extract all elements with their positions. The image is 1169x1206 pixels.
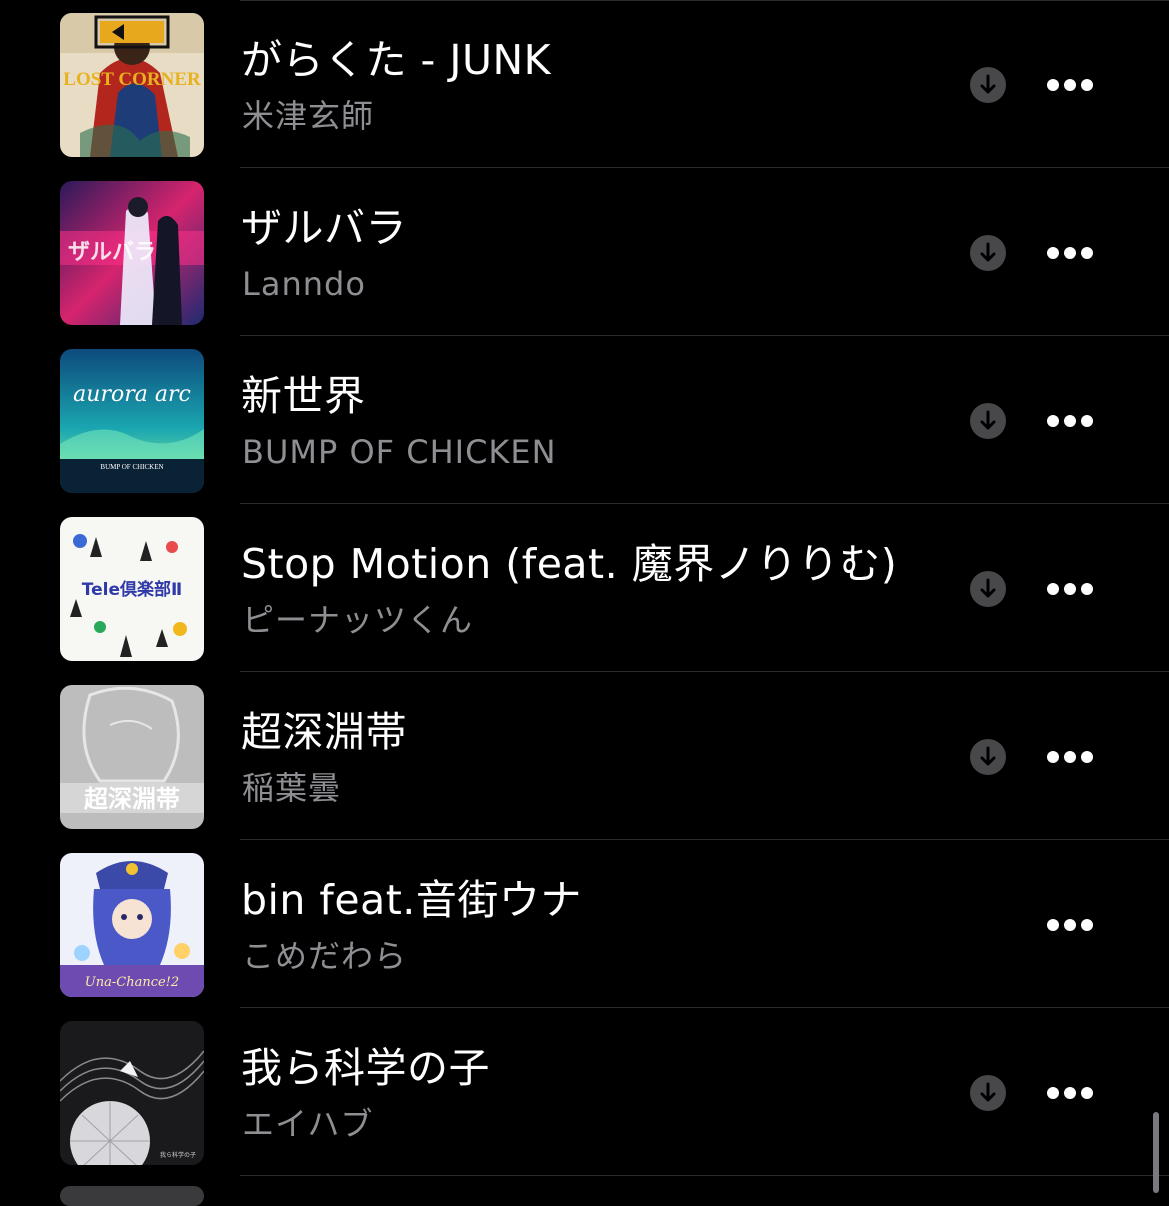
song-row[interactable]: aurora arc BUMP OF CHICKEN 新世界 BUMP OF C…	[0, 336, 1169, 504]
song-row[interactable]: 超深淵帯 超深淵帯 稲葉曇	[0, 672, 1169, 840]
ellipsis-icon	[1047, 247, 1059, 259]
artwork-text: aurora arc	[73, 382, 191, 407]
artwork-subtext: BUMP OF CHICKEN	[100, 463, 163, 471]
album-artwork: ザルバラ	[60, 181, 204, 325]
album-artwork: aurora arc BUMP OF CHICKEN	[60, 349, 204, 493]
ellipsis-icon	[1047, 79, 1059, 91]
ellipsis-icon	[1047, 919, 1059, 931]
song-row[interactable]: Tele倶楽部Ⅱ Stop Motion (feat. 魔界ノりりむ) ピーナッ…	[0, 504, 1169, 672]
downloaded-icon	[970, 739, 1006, 775]
song-row[interactable]: Una-Chance!2 bin feat.音街ウナ こめだわら	[0, 840, 1169, 1008]
song-title: 新世界	[241, 372, 366, 420]
downloaded-icon	[970, 1075, 1006, 1111]
artwork-text: Tele倶楽部Ⅱ	[82, 579, 182, 600]
more-options-button[interactable]	[1040, 734, 1100, 780]
artwork-text: 我ら科学の子	[160, 1151, 196, 1159]
more-options-button[interactable]	[1040, 902, 1100, 948]
scroll-indicator[interactable]	[1153, 1112, 1159, 1193]
song-artist: エイハブ	[242, 1105, 374, 1143]
album-artwork: Tele倶楽部Ⅱ	[60, 517, 204, 661]
ellipsis-icon	[1047, 1087, 1059, 1099]
song-title: Stop Motion (feat. 魔界ノりりむ)	[241, 540, 898, 588]
album-artwork: LOST CORNER	[60, 13, 204, 157]
song-row[interactable]: ザルバラ ザルバラ Lanndo	[0, 168, 1169, 336]
ellipsis-icon	[1047, 751, 1059, 763]
song-list: LOST CORNER がらくた - JUNK 米津玄師 ザルバラ ザルバラ L…	[0, 0, 1169, 1206]
song-artist: 米津玄師	[242, 97, 375, 135]
more-options-button[interactable]	[1040, 1070, 1100, 1116]
downloaded-icon	[970, 67, 1006, 103]
ellipsis-icon	[1047, 415, 1059, 427]
song-title: ザルバラ	[241, 204, 407, 252]
song-row[interactable]: 我ら科学の子 我ら科学の子 エイハブ	[0, 1008, 1169, 1176]
song-artist: こめだわら	[242, 937, 408, 975]
song-title: 超深淵帯	[241, 708, 407, 756]
song-title: bin feat.音街ウナ	[241, 876, 582, 924]
song-artist: Lanndo	[242, 265, 366, 303]
song-title: 我ら科学の子	[241, 1044, 490, 1092]
artwork-text: Una-Chance!2	[85, 975, 179, 990]
more-options-button[interactable]	[1040, 62, 1100, 108]
album-artwork	[60, 1186, 204, 1206]
album-artwork: 超深淵帯	[60, 685, 204, 829]
divider	[240, 1175, 1169, 1176]
downloaded-icon	[970, 571, 1006, 607]
song-artist: ピーナッツくん	[242, 601, 474, 639]
song-title: がらくた - JUNK	[241, 36, 552, 84]
artwork-text: 超深淵帯	[84, 785, 180, 813]
artwork-text: LOST CORNER	[63, 69, 201, 90]
downloaded-icon	[970, 403, 1006, 439]
downloaded-icon	[970, 235, 1006, 271]
song-row[interactable]: LOST CORNER がらくた - JUNK 米津玄師	[0, 0, 1169, 168]
more-options-button[interactable]	[1040, 230, 1100, 276]
song-artist: 稲葉曇	[242, 769, 342, 807]
artwork-text: ザルバラ	[68, 240, 156, 265]
more-options-button[interactable]	[1040, 566, 1100, 612]
album-artwork: Una-Chance!2	[60, 853, 204, 997]
album-artwork: 我ら科学の子	[60, 1021, 204, 1165]
song-artist: BUMP OF CHICKEN	[242, 433, 557, 471]
ellipsis-icon	[1047, 583, 1059, 595]
more-options-button[interactable]	[1040, 398, 1100, 444]
